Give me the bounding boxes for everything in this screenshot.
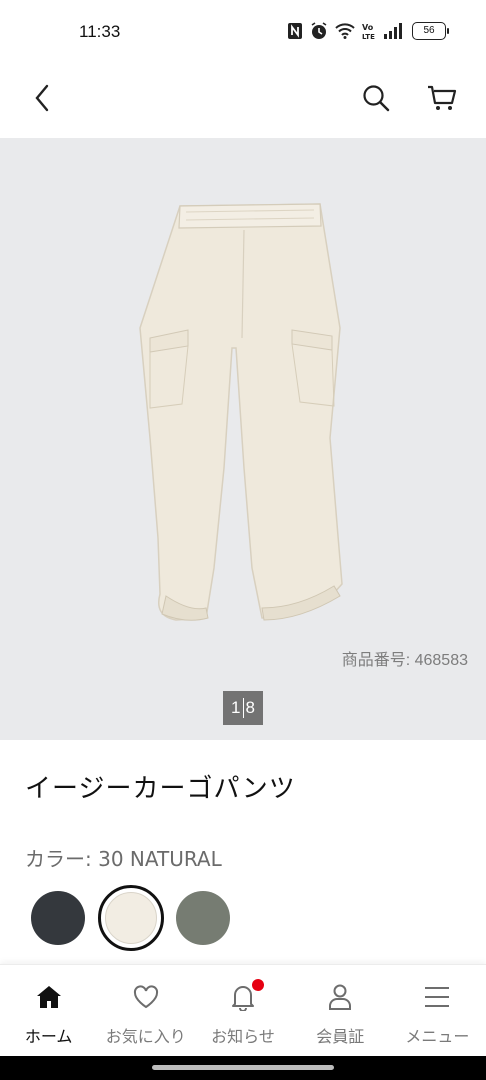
status-icons: Vo LTE 56	[287, 22, 449, 40]
menu-icon	[423, 983, 451, 1011]
cart-button[interactable]	[418, 76, 466, 124]
signal-icon	[383, 23, 405, 39]
top-nav	[0, 62, 486, 138]
svg-text:Vo: Vo	[362, 23, 374, 32]
battery-icon: 56	[412, 22, 449, 40]
wifi-icon	[335, 23, 355, 39]
color-swatch-olive[interactable]	[176, 891, 230, 945]
search-icon	[362, 84, 390, 116]
notification-badge	[252, 979, 264, 991]
cart-icon	[427, 84, 457, 116]
tab-notifications[interactable]: お知らせ	[194, 965, 291, 1056]
pager-current: 1	[231, 698, 241, 717]
back-button[interactable]	[18, 76, 66, 124]
status-time: 11:33	[79, 22, 121, 41]
product-number: 商品番号: 468583	[341, 652, 468, 669]
product-image-carousel[interactable]: 商品番号: 468583 18	[0, 138, 486, 740]
heart-icon	[132, 983, 160, 1011]
home-icon	[35, 983, 63, 1011]
tab-label-favorites: お気に入り	[105, 1027, 186, 1046]
tab-label-membership: 会員証	[316, 1027, 365, 1046]
volte-icon: Vo LTE	[362, 22, 376, 40]
tab-membership[interactable]: 会員証	[292, 965, 389, 1056]
gesture-bar	[0, 1056, 486, 1080]
tab-menu[interactable]: メニュー	[389, 965, 486, 1056]
svg-text:LTE: LTE	[362, 33, 375, 40]
tab-label-notifications: お知らせ	[211, 1027, 275, 1046]
color-swatch-black[interactable]	[31, 891, 85, 945]
bell-icon	[230, 979, 264, 1011]
person-icon	[327, 983, 353, 1011]
image-pager: 18	[223, 691, 263, 725]
search-button[interactable]	[352, 76, 400, 124]
back-icon	[34, 84, 50, 116]
product-title: イージーカーゴパンツ	[25, 774, 296, 804]
tab-label-menu: メニュー	[405, 1027, 470, 1046]
color-swatch-natural[interactable]	[105, 892, 157, 944]
alarm-icon	[310, 22, 328, 40]
tab-favorites[interactable]: お気に入り	[97, 965, 194, 1056]
gesture-handle[interactable]	[152, 1065, 334, 1070]
nfc-icon	[287, 22, 303, 40]
bottom-tab-bar: ホーム お気に入り お知らせ 会員証 メニュー	[0, 964, 486, 1056]
pager-divider	[242, 698, 244, 718]
tab-home[interactable]: ホーム	[0, 965, 97, 1056]
status-bar: 11:33 Vo LTE 56	[0, 0, 486, 62]
color-label: カラー: 30 NATURAL	[25, 847, 222, 871]
pager-total: 8	[245, 698, 255, 717]
tab-label-home: ホーム	[24, 1027, 73, 1046]
